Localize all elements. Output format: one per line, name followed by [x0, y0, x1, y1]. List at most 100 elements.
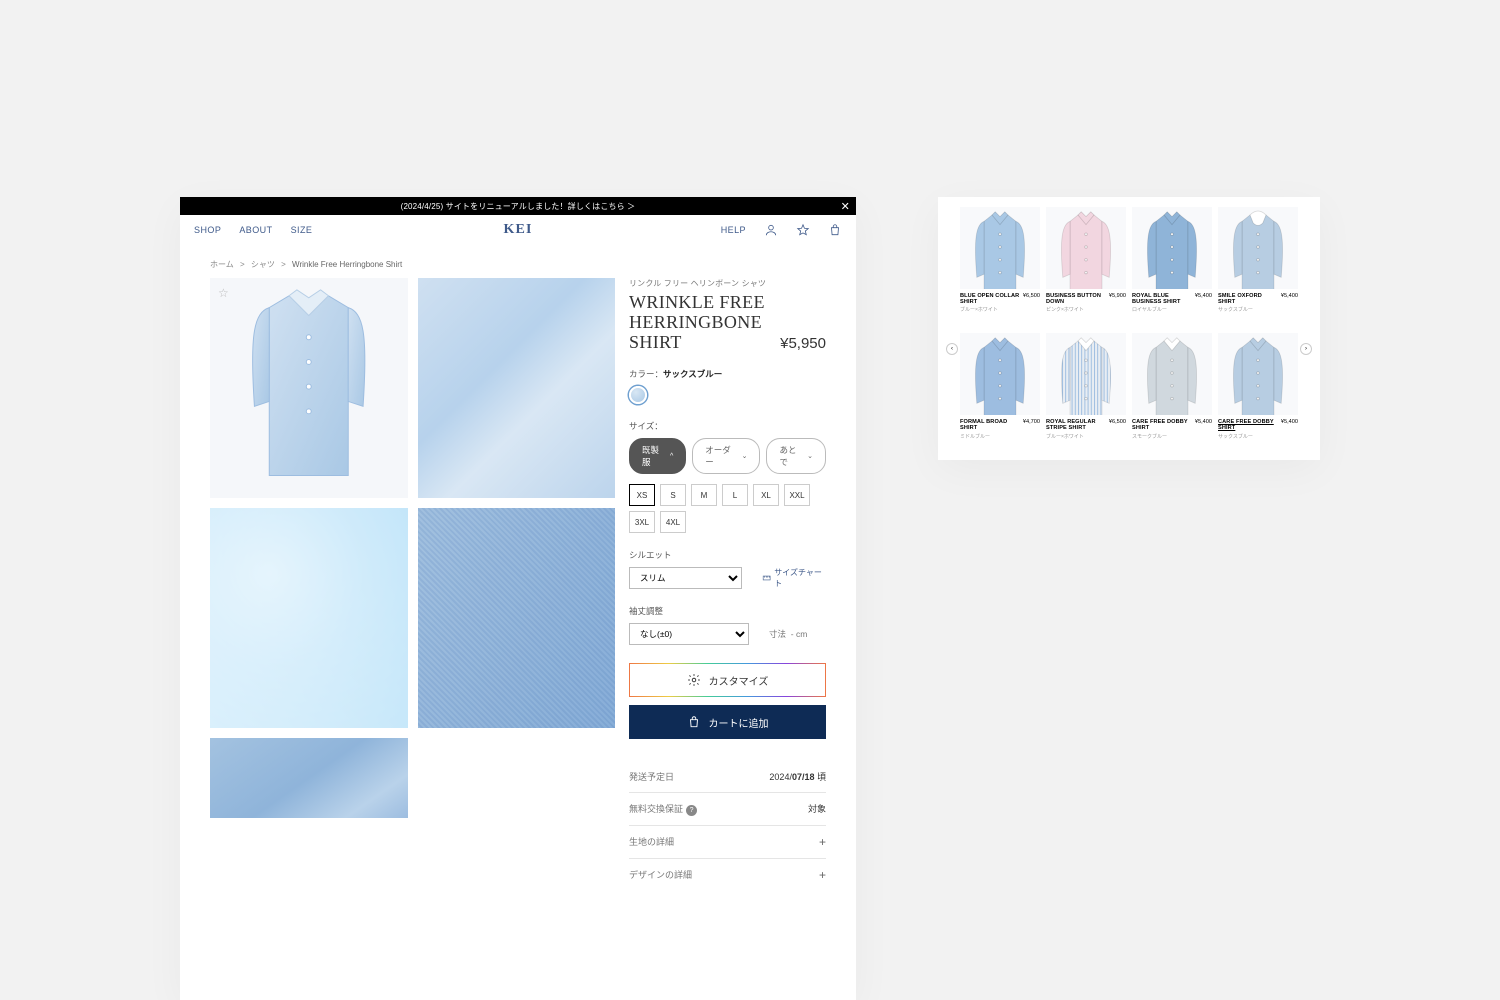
ruler-icon	[762, 573, 771, 583]
size-option-XXL[interactable]: XXL	[784, 484, 810, 506]
related-name: ROYAL BLUE BUSINESS SHIRT	[1132, 293, 1192, 305]
close-icon[interactable]: ✕	[841, 200, 850, 213]
related-card[interactable]: ROYAL REGULAR STRIPE SHIRT ¥6,500 ブルー×ホワ…	[1046, 333, 1126, 439]
carousel-prev[interactable]: ‹	[946, 343, 958, 355]
related-color: サックスブルー	[1218, 306, 1298, 313]
related-card[interactable]: ROYAL BLUE BUSINESS SHIRT ¥5,400 ロイヤルブルー	[1132, 207, 1212, 313]
size-option-S[interactable]: S	[660, 484, 686, 506]
related-price: ¥5,400	[1195, 293, 1212, 299]
product-jp-name: リンクル フリー ヘリンボーン シャツ	[629, 278, 826, 289]
gallery-image[interactable]	[418, 278, 616, 498]
size-option-XL[interactable]: XL	[753, 484, 779, 506]
crumb-home[interactable]: ホーム	[210, 260, 234, 269]
bag-icon[interactable]	[828, 223, 842, 237]
user-icon[interactable]	[764, 223, 778, 237]
nav-right: HELP	[721, 223, 842, 237]
size-option-3XL[interactable]: 3XL	[629, 511, 655, 533]
related-thumb	[1132, 333, 1212, 415]
design-accordion[interactable]: デザインの詳細 +	[629, 858, 826, 891]
star-icon[interactable]	[796, 223, 810, 237]
size-chart-link[interactable]: サイズチャート	[762, 567, 826, 589]
crumb-category[interactable]: シャツ	[251, 260, 275, 269]
size-grid: XSSMLXLXXL 3XL4XL	[629, 484, 826, 533]
related-card[interactable]: CARE FREE DOBBY SHIRT ¥5,400 サックスブルー	[1218, 333, 1298, 439]
gallery-image[interactable]	[210, 738, 408, 818]
related-color: ブルー×ホワイト	[1046, 433, 1126, 440]
crumb-current: Wrinkle Free Herringbone Shirt	[292, 260, 402, 269]
related-color: ロイヤルブルー	[1132, 306, 1212, 313]
announcement-text: (2024/4/25) サイトをリニューアルしました！詳しくはこちら ＞	[401, 201, 636, 212]
related-thumb	[1218, 207, 1298, 289]
related-price: ¥5,400	[1281, 293, 1298, 299]
tab-stock[interactable]: 既製服^	[629, 438, 686, 474]
plus-icon: +	[819, 868, 826, 882]
related-color: サックスブルー	[1218, 433, 1298, 440]
size-label: サイズ：	[629, 420, 826, 432]
chevron-down-icon: ⌄	[742, 452, 748, 460]
gallery-image[interactable]	[210, 508, 408, 728]
related-grid: ‹ › BLUE OPEN COLLAR SHIRT ¥6,500 ブルー×ホワ…	[960, 207, 1298, 440]
fav-icon[interactable]: ☆	[218, 286, 229, 300]
gallery-image-main[interactable]: ☆	[210, 278, 408, 498]
nav-shop[interactable]: SHOP	[194, 225, 221, 235]
info-table: 発送予定日 2024/07/18 頃 無料交換保証? 対象 生地の詳細 + デザ…	[629, 761, 826, 891]
tab-later[interactable]: あとで⌄	[766, 438, 826, 474]
related-name: CARE FREE DOBBY SHIRT	[1132, 419, 1192, 431]
announcement-bar[interactable]: (2024/4/25) サイトをリニューアルしました！詳しくはこちら ＞ ✕	[180, 197, 856, 215]
size-option-XS[interactable]: XS	[629, 484, 655, 506]
related-card[interactable]: SMILE OXFORD SHIRT ¥5,400 サックスブルー	[1218, 207, 1298, 313]
nav-about[interactable]: ABOUT	[239, 225, 272, 235]
related-thumb	[1046, 207, 1126, 289]
bag-icon	[687, 715, 701, 729]
related-card[interactable]: FORMAL BROAD SHIRT ¥4,700 ミドルブルー	[960, 333, 1040, 439]
related-name: FORMAL BROAD SHIRT	[960, 419, 1020, 431]
silhouette-label: シルエット	[629, 549, 826, 561]
breadcrumb: ホーム > シャツ > Wrinkle Free Herringbone Shi…	[180, 245, 856, 278]
crumb-sep: >	[281, 260, 286, 269]
product-page: (2024/4/25) サイトをリニューアルしました！詳しくはこちら ＞ ✕ S…	[180, 197, 856, 1000]
nav-help[interactable]: HELP	[721, 225, 746, 235]
product-price: ¥5,950	[780, 335, 826, 352]
related-card[interactable]: BUSINESS BUTTON DOWN ¥5,900 ピンク×ホワイト	[1046, 207, 1126, 313]
color-label: カラー：サックスブルー	[629, 368, 826, 380]
ship-label: 発送予定日	[629, 770, 674, 783]
shirt-illustration	[210, 278, 408, 495]
crumb-sep: >	[240, 260, 245, 269]
size-option-M[interactable]: M	[691, 484, 717, 506]
size-option-4XL[interactable]: 4XL	[660, 511, 686, 533]
related-price: ¥6,500	[1109, 419, 1126, 425]
related-thumb	[960, 207, 1040, 289]
ship-value: 2024/07/18 頃	[769, 770, 826, 783]
tab-order[interactable]: オーダー⌄	[692, 438, 760, 474]
gallery: ☆	[210, 278, 615, 891]
nav-size[interactable]: SIZE	[291, 225, 313, 235]
site-logo[interactable]: KEI	[503, 222, 532, 238]
product-detail: リンクル フリー ヘリンボーン シャツ WRINKLE FREE HERRING…	[629, 278, 826, 891]
add-to-cart-button[interactable]: カートに追加	[629, 705, 826, 739]
main: ☆	[180, 278, 856, 931]
related-price: ¥6,500	[1023, 293, 1040, 299]
related-price: ¥5,400	[1281, 419, 1298, 425]
color-swatch[interactable]	[629, 386, 647, 404]
related-name: BUSINESS BUTTON DOWN	[1046, 293, 1106, 305]
chevron-down-icon: ⌄	[807, 452, 813, 460]
guarantee-label: 無料交換保証?	[629, 802, 697, 816]
chevron-up-icon: ^	[670, 453, 673, 460]
fabric-accordion[interactable]: 生地の詳細 +	[629, 825, 826, 858]
related-card[interactable]: CARE FREE DOBBY SHIRT ¥5,400 スモークブルー	[1132, 333, 1212, 439]
related-card[interactable]: BLUE OPEN COLLAR SHIRT ¥6,500 ブルー×ホワイト	[960, 207, 1040, 313]
related-name: BLUE OPEN COLLAR SHIRT	[960, 293, 1020, 305]
carousel-next[interactable]: ›	[1300, 343, 1312, 355]
related-thumb	[1132, 207, 1212, 289]
silhouette-select[interactable]: スリム	[629, 567, 742, 589]
size-option-L[interactable]: L	[722, 484, 748, 506]
gallery-image[interactable]	[418, 508, 616, 728]
sleeve-select[interactable]: なし(±0)	[629, 623, 749, 645]
nav-left: SHOP ABOUT SIZE	[194, 225, 312, 235]
customise-button[interactable]: カスタマイズ	[629, 663, 826, 697]
plus-icon: +	[819, 835, 826, 849]
related-color: ピンク×ホワイト	[1046, 306, 1126, 313]
related-thumb	[1046, 333, 1126, 415]
help-icon[interactable]: ?	[686, 805, 697, 816]
related-color: ブルー×ホワイト	[960, 306, 1040, 313]
